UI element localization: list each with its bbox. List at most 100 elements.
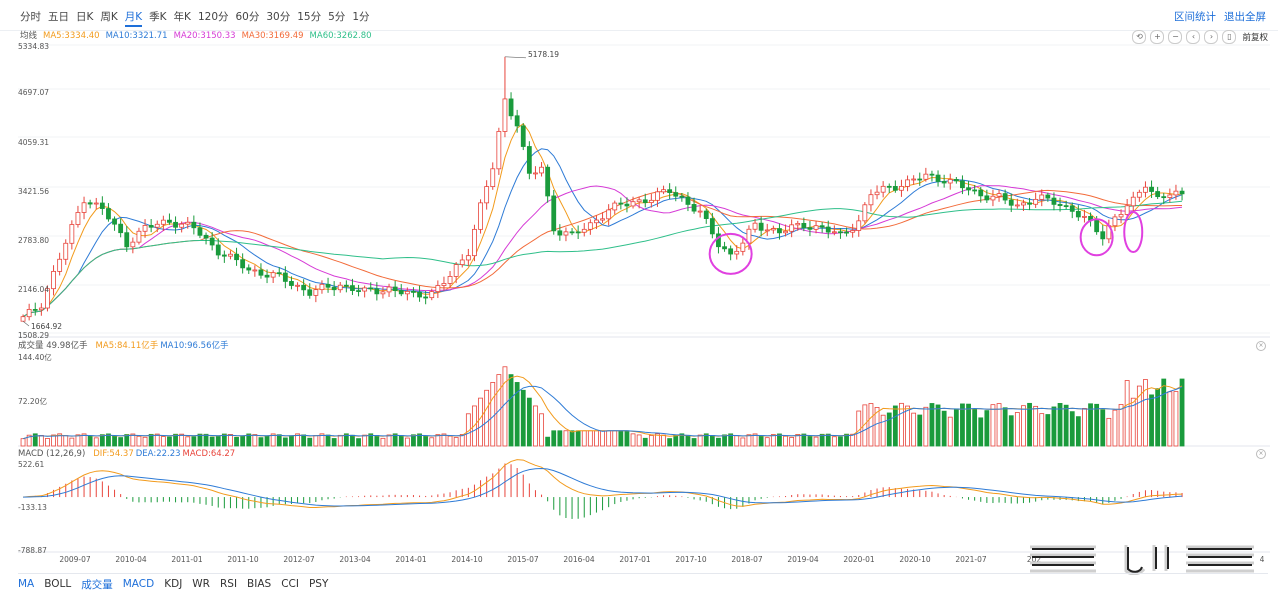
indicator-tab-7[interactable]: BIAS — [247, 578, 271, 590]
candle-body — [490, 168, 496, 187]
volume-bar — [984, 410, 990, 447]
candle-body — [173, 221, 178, 228]
volume-bar — [612, 430, 618, 447]
volume-bar — [124, 434, 130, 447]
volume-bar — [545, 436, 551, 447]
candle-body — [1136, 191, 1142, 198]
volume-bar — [1106, 417, 1112, 447]
candle-body — [789, 224, 795, 232]
volume-bar — [75, 434, 81, 447]
volume-bar — [1008, 415, 1014, 447]
volume-bar — [551, 430, 557, 447]
indicator-tab-5[interactable]: WR — [192, 578, 210, 590]
candle-body — [32, 308, 38, 311]
date-axis-label: 2011-10 — [227, 555, 259, 564]
candle-body — [282, 272, 288, 282]
candle-body — [81, 202, 87, 213]
volume-bar — [478, 397, 483, 447]
indicator-tab-6[interactable]: RSI — [220, 578, 237, 590]
candle-body — [1173, 190, 1179, 196]
date-axis-label: 2010-04 — [115, 555, 147, 564]
candle-body — [630, 201, 636, 207]
volume-bar — [880, 414, 886, 447]
candle-body — [435, 285, 441, 293]
price-axis-label: 1508.29 — [18, 331, 50, 340]
candle-body — [514, 115, 520, 127]
candle-body — [703, 210, 709, 219]
candle-body — [1130, 196, 1136, 207]
low-pointer — [22, 320, 30, 327]
volume-bar — [20, 438, 26, 447]
candle-body — [221, 254, 227, 257]
candle-body — [1082, 215, 1087, 218]
candle-body — [197, 227, 203, 236]
indicator-tab-8[interactable]: CCI — [281, 578, 299, 590]
volume-bar — [1069, 411, 1075, 447]
candle-body — [819, 225, 825, 228]
close-macd-icon[interactable]: × — [1256, 449, 1266, 459]
candle-body — [441, 283, 447, 286]
volume-bar — [1179, 378, 1185, 447]
indicator-tab-9[interactable]: PSY — [309, 578, 328, 590]
date-axis-label: 2013-04 — [339, 555, 371, 564]
date-axis-label: 2012-07 — [283, 555, 315, 564]
candle-body — [1112, 216, 1118, 227]
candle-body — [1155, 191, 1161, 198]
volume-bar — [374, 435, 380, 447]
volume-bar — [264, 435, 270, 447]
candle-body — [154, 223, 160, 228]
candle-body — [478, 202, 483, 230]
candle-body — [722, 246, 727, 250]
volume-bar — [411, 434, 416, 447]
candle-body — [935, 174, 941, 182]
volume-bar — [673, 434, 679, 447]
candle-body — [990, 195, 996, 201]
candle-body — [1008, 199, 1014, 206]
candle-body — [38, 307, 44, 311]
candle-body — [618, 202, 624, 205]
candle-body — [752, 222, 758, 230]
volume-bar — [917, 414, 923, 447]
indicator-tab-1[interactable]: BOLL — [44, 578, 71, 590]
price-axis-label: 5334.83 — [18, 42, 50, 51]
date-axis-label: 2019-04 — [787, 555, 819, 564]
volume-bar — [630, 433, 636, 447]
candle-body — [160, 219, 166, 225]
candle-body — [777, 228, 782, 234]
candle-body — [69, 224, 75, 244]
kline-chart[interactable] — [0, 0, 1278, 595]
volume-bar — [404, 437, 410, 447]
candle-body — [496, 131, 502, 170]
volume-bar — [636, 434, 642, 447]
candle-body — [325, 283, 331, 288]
indicator-tab-0[interactable]: MA — [18, 578, 34, 590]
ma10-line — [22, 148, 1183, 318]
volume-bar — [240, 435, 246, 447]
candle-body — [191, 221, 197, 229]
volume-bar — [136, 435, 142, 447]
volume-bar — [953, 408, 959, 447]
volume-bar — [1082, 408, 1087, 447]
volume-bar — [813, 436, 819, 447]
candle-body — [75, 212, 81, 225]
candle-body — [899, 185, 904, 191]
volume-bar — [69, 437, 75, 447]
candle-body — [124, 232, 130, 248]
volume-bar — [606, 430, 612, 447]
volume-bar — [1002, 407, 1008, 447]
indicator-tab-3[interactable]: MACD — [123, 578, 154, 590]
indicator-tab-4[interactable]: KDJ — [164, 578, 182, 590]
candle-body — [874, 191, 880, 196]
volume-bar — [764, 437, 770, 447]
date-axis-label: 2014-10 — [451, 555, 483, 564]
high-price-label: 5178.19 — [528, 50, 560, 59]
volume-bar — [923, 406, 929, 447]
date-axis-label: 4 — [1259, 555, 1265, 564]
close-volume-icon[interactable]: × — [1256, 341, 1266, 351]
indicator-tab-2[interactable]: 成交量 — [81, 577, 113, 592]
candle-body — [673, 192, 679, 197]
candle-body — [1118, 214, 1124, 218]
volume-bar — [1033, 405, 1039, 447]
volume-bar — [642, 437, 648, 447]
volume-bar — [526, 397, 532, 447]
